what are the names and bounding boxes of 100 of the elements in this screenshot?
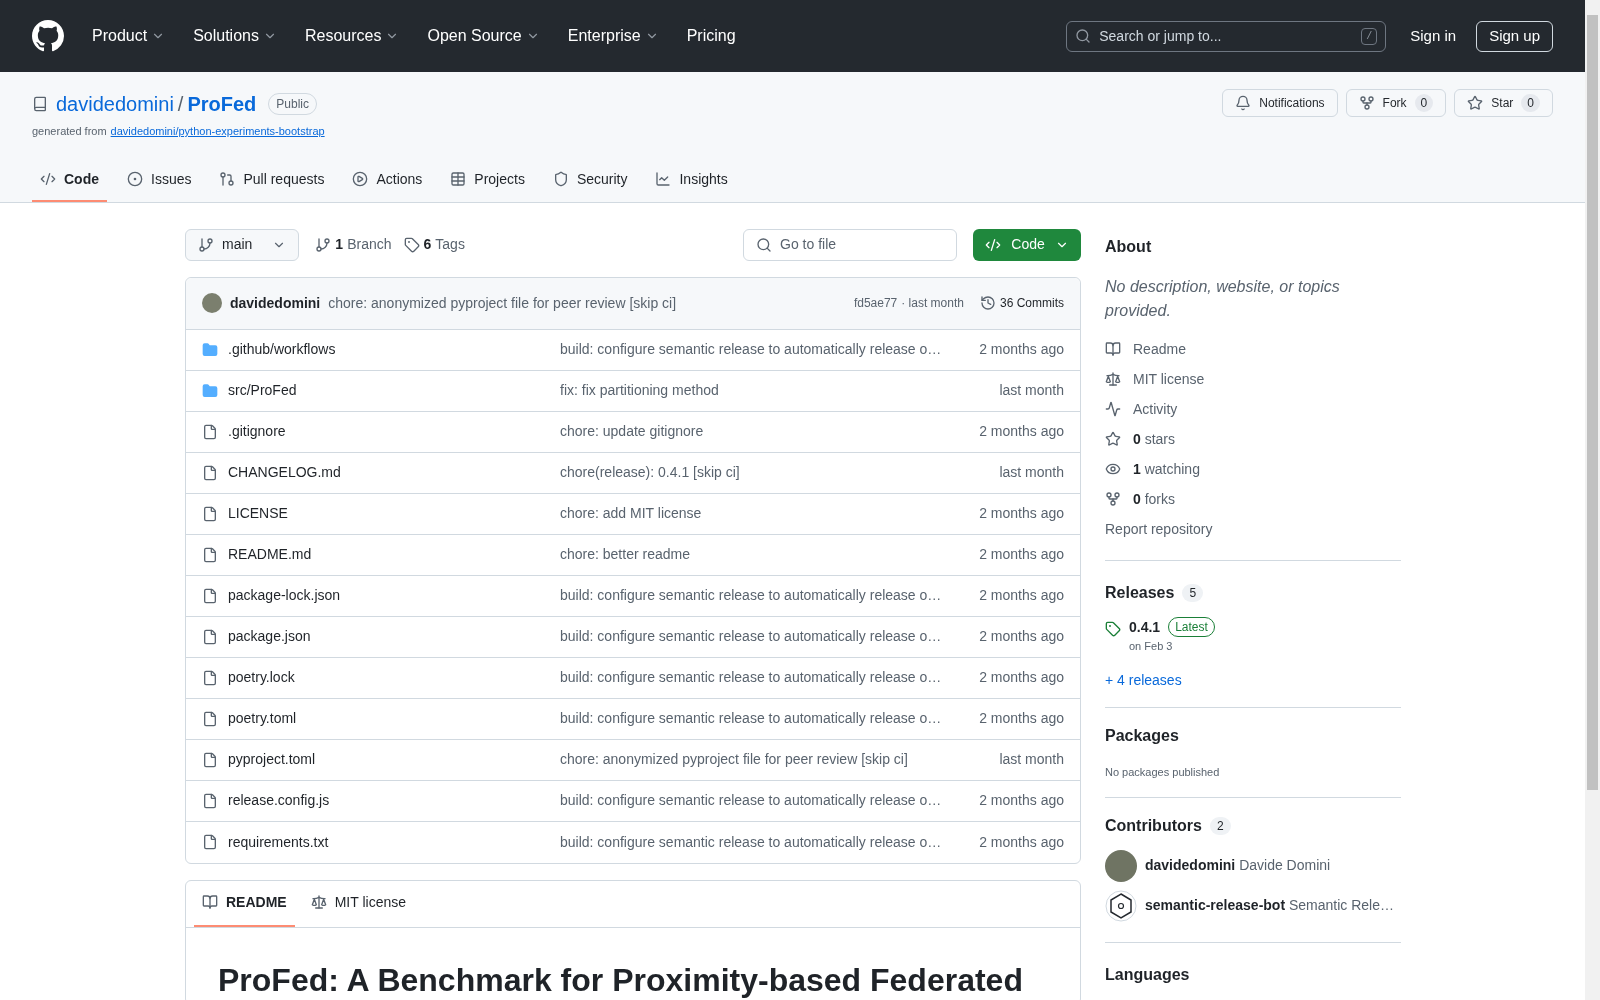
about-link[interactable]: Activity bbox=[1105, 398, 1401, 420]
file-icon bbox=[202, 792, 218, 809]
commit-time: 2 months ago bbox=[979, 791, 1064, 810]
count-badge: 0 bbox=[1521, 94, 1540, 112]
tags-link[interactable]: 6 Tags bbox=[403, 234, 465, 255]
branch-icon bbox=[315, 236, 332, 253]
scale-icon bbox=[1105, 371, 1121, 387]
commit-author[interactable]: davidedomini bbox=[230, 292, 321, 314]
bot-avatar-icon[interactable] bbox=[1105, 889, 1137, 922]
commit-message[interactable]: chore: anonymized pyproject file for peer review [skip ci] bbox=[328, 292, 677, 314]
repo-tab[interactable]: Issues bbox=[119, 164, 200, 202]
fork-icon bbox=[1105, 491, 1121, 507]
code-icon bbox=[40, 171, 56, 187]
circle-dot-icon bbox=[127, 171, 143, 187]
tag-icon bbox=[403, 236, 420, 253]
nav-link[interactable]: Solutions bbox=[189, 24, 281, 48]
sign-in-link[interactable]: Sign in bbox=[1410, 24, 1457, 48]
star-icon bbox=[1105, 431, 1121, 447]
contributor-link[interactable]: davidedomini Davide Domini bbox=[1145, 855, 1331, 876]
code-button[interactable]: Code bbox=[973, 228, 1081, 261]
repo-tab[interactable]: Security bbox=[544, 164, 636, 202]
commit-message-link[interactable]: chore: update gitignore bbox=[560, 421, 704, 442]
repo-tab[interactable]: Code bbox=[32, 164, 107, 202]
about-link[interactable]: 0 stars bbox=[1105, 428, 1401, 450]
file-name-link[interactable]: README.md bbox=[228, 544, 312, 565]
count-badge: 2 bbox=[1209, 816, 1231, 835]
nav-link[interactable]: Resources bbox=[300, 24, 404, 48]
commits-link[interactable]: 36 Commits bbox=[980, 294, 1064, 312]
commit-message-link[interactable]: build: configure semantic release to automatically release o… bbox=[560, 667, 942, 688]
branch-select[interactable]: main bbox=[185, 228, 300, 261]
release-version-link[interactable]: 0.4.1 bbox=[1129, 616, 1161, 638]
about-link[interactable]: 0 forks bbox=[1105, 488, 1401, 510]
nav-link[interactable]: Enterprise bbox=[563, 24, 663, 48]
commit-message-link[interactable]: fix: fix partitioning method bbox=[560, 380, 719, 401]
github-logo-icon[interactable] bbox=[32, 20, 64, 52]
more-releases-link[interactable]: + 4 releases bbox=[1105, 670, 1401, 691]
file-name-link[interactable]: poetry.toml bbox=[228, 708, 297, 729]
notifications-button[interactable]: Notifications bbox=[1222, 89, 1338, 117]
about-link[interactable]: Readme bbox=[1105, 338, 1401, 360]
packages-empty-text: No packages published bbox=[1105, 765, 1221, 780]
contributors-heading[interactable]: Contributors bbox=[1105, 813, 1202, 838]
scrollbar[interactable] bbox=[1585, 0, 1600, 1000]
commit-message-link[interactable]: build: configure semantic release to automatically release o… bbox=[560, 790, 942, 811]
file-icon bbox=[202, 505, 218, 522]
commit-message-link[interactable]: build: configure semantic release to automatically release o… bbox=[560, 708, 942, 729]
path-separator: / bbox=[177, 92, 184, 117]
releases-heading[interactable]: Releases bbox=[1105, 580, 1175, 605]
commit-message-link[interactable]: chore: add MIT license bbox=[560, 503, 702, 524]
tag-icon bbox=[1105, 620, 1121, 637]
file-icon bbox=[202, 669, 218, 686]
sign-up-button[interactable]: Sign up bbox=[1476, 20, 1553, 52]
file-name-link[interactable]: .github/workflows bbox=[228, 339, 336, 360]
file-name-link[interactable]: package.json bbox=[228, 626, 311, 647]
file-name-link[interactable]: poetry.lock bbox=[228, 667, 295, 688]
commit-message-link[interactable]: chore: anonymized pyproject file for peer review [skip ci] bbox=[560, 749, 908, 770]
repo-name-link[interactable]: ProFed bbox=[187, 89, 257, 119]
branch-icon bbox=[198, 236, 214, 253]
repo-tab[interactable]: Pull requests bbox=[211, 164, 333, 202]
nav-link[interactable]: Product bbox=[88, 24, 170, 48]
readme-tab[interactable]: MIT license bbox=[302, 891, 414, 927]
file-name-link[interactable]: .gitignore bbox=[228, 421, 286, 442]
star-button[interactable]: Star 0 bbox=[1454, 89, 1553, 117]
generated-from-text: generated from bbox=[32, 124, 107, 139]
packages-heading[interactable]: Packages bbox=[1105, 724, 1401, 748]
commit-message-link[interactable]: build: configure semantic release to automatically release o… bbox=[560, 339, 942, 360]
nav-link[interactable]: Pricing bbox=[682, 24, 740, 48]
commit-hash[interactable]: fd5ae77 bbox=[853, 294, 898, 312]
commit-message-link[interactable]: chore: better readme bbox=[560, 544, 690, 565]
nav-link[interactable]: Open Source bbox=[423, 24, 544, 48]
contributor-link[interactable]: semantic-release-bot Semantic Rele… bbox=[1145, 895, 1394, 916]
file-name-link[interactable]: src/ProFed bbox=[228, 380, 297, 401]
readme-tab[interactable]: README bbox=[194, 891, 295, 927]
commit-message-link[interactable]: chore(release): 0.4.1 [skip ci] bbox=[560, 462, 740, 483]
about-link[interactable]: 1 watching bbox=[1105, 458, 1401, 480]
file-name-link[interactable]: pyproject.toml bbox=[228, 749, 316, 770]
repo-tab[interactable]: Projects bbox=[442, 164, 533, 202]
branches-link[interactable]: 1 Branch bbox=[315, 234, 392, 255]
fork-button[interactable]: Fork 0 bbox=[1345, 89, 1447, 117]
commit-time: 2 months ago bbox=[979, 545, 1064, 564]
count-badge: 5 bbox=[1182, 583, 1204, 602]
file-name-link[interactable]: release.config.js bbox=[228, 790, 330, 811]
repo-owner-link[interactable]: davidedomini bbox=[56, 89, 174, 119]
file-name-link[interactable]: package-lock.json bbox=[228, 585, 341, 606]
repo-tab[interactable]: Insights bbox=[647, 164, 736, 202]
folder-icon bbox=[202, 382, 218, 399]
file-name-link[interactable]: requirements.txt bbox=[228, 831, 329, 853]
file-icon bbox=[202, 546, 218, 563]
template-link[interactable]: davidedomini/python-experiments-bootstrap bbox=[110, 123, 325, 140]
avatar-photo[interactable] bbox=[1105, 849, 1137, 882]
file-name-link[interactable]: CHANGELOG.md bbox=[228, 462, 341, 483]
about-link[interactable]: MIT license bbox=[1105, 368, 1401, 390]
commit-message-link[interactable]: build: configure semantic release to automatically release o… bbox=[560, 585, 942, 606]
report-link[interactable]: Report repository bbox=[1105, 518, 1401, 540]
file-icon bbox=[202, 834, 218, 850]
commit-message-link[interactable]: build: configure semantic release to automatically release o… bbox=[560, 626, 942, 647]
file-name-link[interactable]: LICENSE bbox=[228, 503, 288, 524]
repo-tab[interactable]: Actions bbox=[344, 164, 431, 202]
go-to-file-field[interactable]: Go to file bbox=[743, 228, 957, 261]
search-field[interactable]: Search or jump to... / bbox=[1066, 20, 1387, 52]
commit-message-link[interactable]: build: configure semantic release to automatically release o… bbox=[560, 831, 942, 853]
